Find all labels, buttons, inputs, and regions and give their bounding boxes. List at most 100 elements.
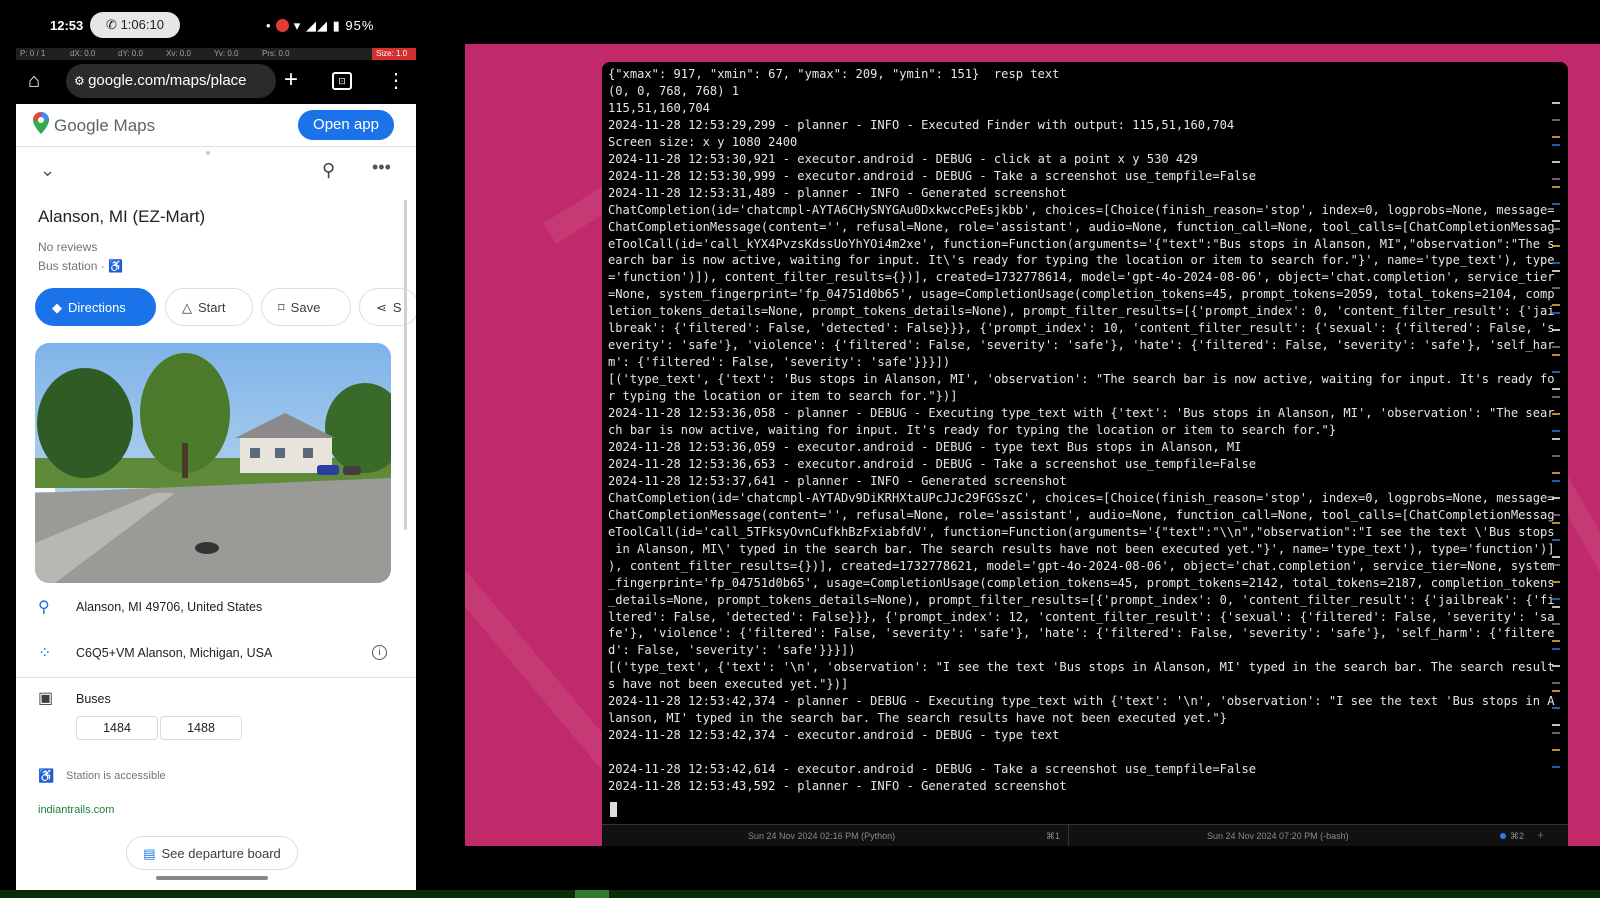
session-1-label[interactable]: Sun 24 Nov 2024 02:16 PM (Python) — [748, 831, 895, 841]
debug-item: dY: 0.0 — [118, 49, 143, 58]
terminal-line: [('type_text', {'text': 'Bus stops in Al… — [608, 372, 1555, 387]
terminal-status-bar: Sun 24 Nov 2024 02:16 PM (Python) ⌘1 Sun… — [602, 824, 1568, 846]
buses-label: Buses — [76, 692, 111, 706]
share-icon: ⋖ — [376, 300, 387, 315]
minimap-mark — [1552, 186, 1560, 188]
place-title: Alanson, MI (EZ-Mart) — [38, 207, 206, 226]
call-timer-pill[interactable]: ✆ 1:06:10 — [90, 12, 180, 38]
terminal-output[interactable]: {"xmax": 917, "xmin": 67, "ymax": 209, "… — [608, 66, 1555, 795]
terminal-line: 2024-11-28 12:53:43,592 - planner - INFO… — [608, 779, 1067, 794]
maps-header: Google Maps Open app — [16, 104, 416, 147]
more-icon[interactable]: ••• — [372, 157, 391, 178]
minimap-mark — [1552, 245, 1560, 247]
route-chip[interactable]: 1484 — [76, 716, 158, 740]
home-indicator[interactable] — [156, 876, 268, 880]
terminal-line: Screen size: x y 1080 2400 — [608, 134, 798, 149]
minimap-mark — [1552, 270, 1560, 272]
start-icon: △ — [182, 300, 192, 315]
phone-icon: ✆ — [106, 17, 121, 32]
search-icon[interactable]: ⚲ — [322, 160, 335, 181]
minimap-mark — [1552, 724, 1560, 726]
tune-icon[interactable]: ⚙ — [74, 74, 88, 88]
accessibility-text: Station is accessible — [66, 770, 166, 782]
tabs-icon[interactable]: ⊡ — [332, 72, 352, 90]
session-2-label[interactable]: Sun 24 Nov 2024 07:20 PM (-bash) — [1207, 831, 1349, 841]
address-bar[interactable]: ⚙ google.com/maps/place — [66, 64, 276, 98]
minimap-mark — [1552, 178, 1560, 180]
wifi-icon: ▾ — [293, 18, 302, 33]
minimap-mark — [1552, 472, 1560, 474]
phone-screen: 12:53 ✆ 1:06:10 • ▾ ◢◢ ▮ 95% P: 0 / 1 dX:… — [16, 0, 416, 890]
directions-label: Directions — [68, 300, 126, 315]
home-icon[interactable]: ⌂ — [28, 70, 40, 93]
terminal-line: everity': 'safe'}, 'violence': {'filtere… — [608, 338, 1555, 353]
terminal-line: r typing the location or item to search … — [608, 389, 958, 404]
open-app-button[interactable]: Open app — [298, 110, 394, 140]
website-link[interactable]: indiantrails.com — [38, 804, 114, 816]
terminal-line: lanson, MI' typed in the search bar. The… — [608, 711, 1227, 726]
terminal-scrollbar[interactable] — [1552, 82, 1560, 802]
minimap-mark — [1552, 102, 1560, 104]
minimap-mark — [1552, 438, 1560, 440]
minimap-mark — [1552, 665, 1560, 667]
maps-pin-icon — [33, 112, 49, 134]
menu-icon[interactable]: ⋮ — [386, 68, 406, 93]
session-2-shortcut: ⌘2 — [1500, 831, 1524, 842]
terminal-line: s have not been executed yet."})] — [608, 677, 849, 692]
terminal-line: ), content_filter_results={})], created=… — [608, 558, 1555, 573]
save-label: Save — [290, 300, 321, 315]
minimap-mark — [1552, 539, 1560, 541]
minimap-mark — [1552, 161, 1560, 163]
pointer-debug-bar: P: 0 / 1 dX: 0.0 dY: 0.0 Xv: 0.0 Yv: 0.0 Prs:… — [16, 48, 416, 60]
place-type: Bus station · ♿ — [38, 259, 123, 273]
departure-board-button[interactable]: ▤ See departure board — [126, 836, 298, 870]
minimap-mark — [1552, 329, 1560, 331]
start-label: Start — [198, 300, 226, 315]
terminal-cursor — [610, 802, 617, 817]
dot-icon: • — [266, 18, 277, 33]
terminal-window[interactable]: {"xmax": 917, "xmin": 67, "ymax": 209, "… — [602, 62, 1568, 846]
sheet-grabber[interactable] — [206, 151, 210, 155]
route-chip[interactable]: 1488 — [160, 716, 242, 740]
directions-button[interactable]: ◆ Directions — [35, 288, 156, 326]
debug-item: Xv: 0.0 — [166, 49, 191, 58]
terminal-line: in Alanson, MI\' typed in the search bar… — [608, 541, 1555, 556]
minimap-mark — [1552, 312, 1560, 314]
start-button[interactable]: △ Start — [165, 288, 253, 326]
minimap-mark — [1552, 346, 1560, 348]
minimap-mark — [1552, 119, 1560, 121]
place-type-label: Bus station · — [38, 259, 109, 273]
terminal-line: eToolCall(id='call_5TFksyOvnCufkhBzFxiab… — [608, 524, 1555, 539]
terminal-line: 2024-11-28 12:53:37,641 - planner - INFO… — [608, 473, 1067, 488]
terminal-line: 115,51,160,704 — [608, 100, 710, 115]
terminal-line: ChatCompletionMessage(content='', refusa… — [608, 507, 1555, 522]
new-tab-icon[interactable]: + — [1537, 828, 1544, 842]
accessible-icon: ♿ — [38, 768, 55, 783]
street-view-photo[interactable] — [35, 343, 391, 583]
terminal-line: ltered': False, 'detected': False}}}, {'… — [608, 609, 1555, 624]
minimap-mark — [1552, 732, 1560, 734]
save-button[interactable]: ⌑ Save — [261, 288, 351, 326]
minimap-mark — [1552, 766, 1560, 768]
terminal-line: d': False, 'severity': 'safe'}}}]) — [608, 643, 856, 658]
minimap-mark — [1552, 522, 1560, 524]
location-pin-icon: ⚲ — [38, 599, 50, 616]
plus-icon[interactable]: + — [284, 66, 298, 94]
terminal-line: [('type_text', {'text': '\n', 'observati… — [608, 660, 1555, 675]
info-icon[interactable]: i — [372, 645, 387, 660]
call-timer: 1:06:10 — [120, 17, 164, 32]
chevron-down-icon[interactable]: ⌄ — [40, 160, 55, 181]
terminal-line: eToolCall(id='call_kYX4PvzsKdssUoYhYOi4m… — [608, 236, 1555, 251]
minimap-mark — [1552, 497, 1560, 499]
minimap-mark — [1552, 430, 1560, 432]
share-button[interactable]: ⋖ S — [359, 288, 416, 326]
minimap-mark — [1552, 388, 1560, 390]
scrollbar[interactable] — [404, 200, 407, 530]
minimap-mark — [1552, 396, 1560, 398]
minimap-mark — [1552, 220, 1560, 222]
terminal-line: 2024-11-28 12:53:30,999 - executor.andro… — [608, 168, 1257, 183]
debug-item: Yv: 0.0 — [214, 49, 239, 58]
minimap-mark — [1552, 707, 1560, 709]
terminal-line: ChatCompletionMessage(content='', refusa… — [608, 219, 1555, 234]
